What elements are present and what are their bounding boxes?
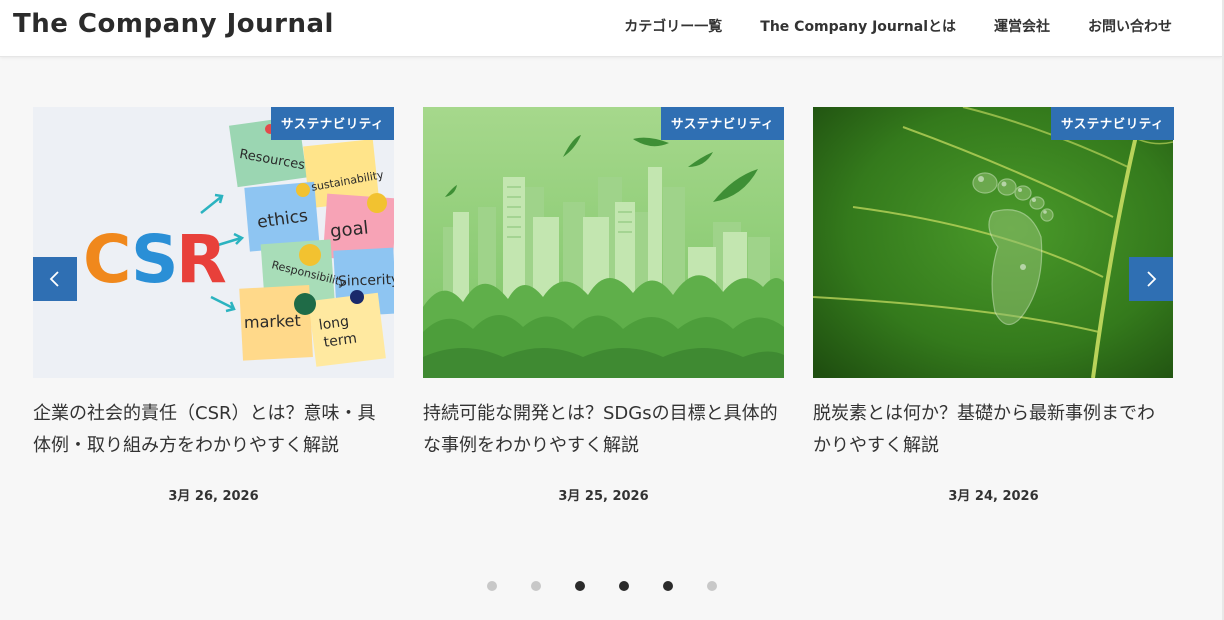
svg-text:C: C: [83, 221, 131, 298]
article-thumbnail-sdgs[interactable]: サステナビリティ: [423, 107, 784, 378]
leaf-footprint-image: [813, 107, 1173, 378]
article-date: 3月 25, 2026: [558, 489, 649, 504]
article-date: 3月 26, 2026: [168, 489, 259, 504]
site-title[interactable]: The Company Journal: [13, 9, 334, 39]
carousel-pagination: [487, 581, 717, 591]
article-title[interactable]: 企業の社会的責任（CSR）とは？意味・具体例・取り組み方をわかりやすく解説: [33, 398, 394, 462]
article-thumbnail-decarbonization[interactable]: サステナビリティ: [813, 107, 1174, 378]
nav-item-company[interactable]: 運営会社: [994, 16, 1050, 36]
category-badge[interactable]: サステナビリティ: [270, 107, 394, 140]
article-title[interactable]: 持続可能な開発とは？SDGsの目標と具体的な事例をわかりやすく解説: [423, 398, 784, 462]
main-nav: カテゴリー一覧 The Company Journalとは 運営会社 お問い合わ…: [624, 16, 1172, 36]
pagination-dot[interactable]: [487, 581, 497, 591]
article-card[interactable]: C S R Resources sustainability ethics go…: [33, 107, 394, 462]
article-thumbnail-csr[interactable]: C S R Resources sustainability ethics go…: [33, 107, 394, 378]
pagination-dot[interactable]: [663, 581, 673, 591]
svg-text:S: S: [131, 221, 179, 298]
csr-sticky-notes-image: C S R Resources sustainability ethics go…: [33, 107, 394, 378]
pagination-dot[interactable]: [575, 581, 585, 591]
nav-item-about[interactable]: The Company Journalとは: [760, 16, 956, 36]
category-badge[interactable]: サステナビリティ: [660, 107, 784, 140]
article-card[interactable]: サステナビリティ 脱炭素とは何か？基礎から最新事例までわかりやすく解説: [813, 107, 1174, 462]
article-date: 3月 24, 2026: [948, 489, 1039, 504]
category-badge[interactable]: サステナビリティ: [1050, 107, 1174, 140]
pagination-dot[interactable]: [707, 581, 717, 591]
green-paper-city-image: [423, 107, 784, 378]
pagination-dot[interactable]: [531, 581, 541, 591]
nav-item-contact[interactable]: お問い合わせ: [1088, 16, 1172, 36]
svg-text:goal: goal: [329, 217, 369, 242]
svg-text:Sincerity: Sincerity: [338, 272, 394, 290]
svg-text:market: market: [244, 311, 301, 332]
carousel-prev-button[interactable]: [33, 257, 77, 301]
chevron-right-icon: [1147, 271, 1157, 287]
pagination-dot[interactable]: [619, 581, 629, 591]
svg-text:R: R: [176, 221, 227, 298]
chevron-left-icon: [49, 271, 59, 287]
article-card[interactable]: サステナビリティ 持続可能な開発とは？SDGsの目標と具体的な事例をわかりやすく…: [423, 107, 784, 462]
carousel-next-button[interactable]: [1129, 257, 1173, 301]
site-header: The Company Journal カテゴリー一覧 The Company …: [0, 0, 1222, 57]
article-title[interactable]: 脱炭素とは何か？基礎から最新事例までわかりやすく解説: [813, 398, 1174, 462]
nav-item-categories[interactable]: カテゴリー一覧: [624, 16, 722, 36]
